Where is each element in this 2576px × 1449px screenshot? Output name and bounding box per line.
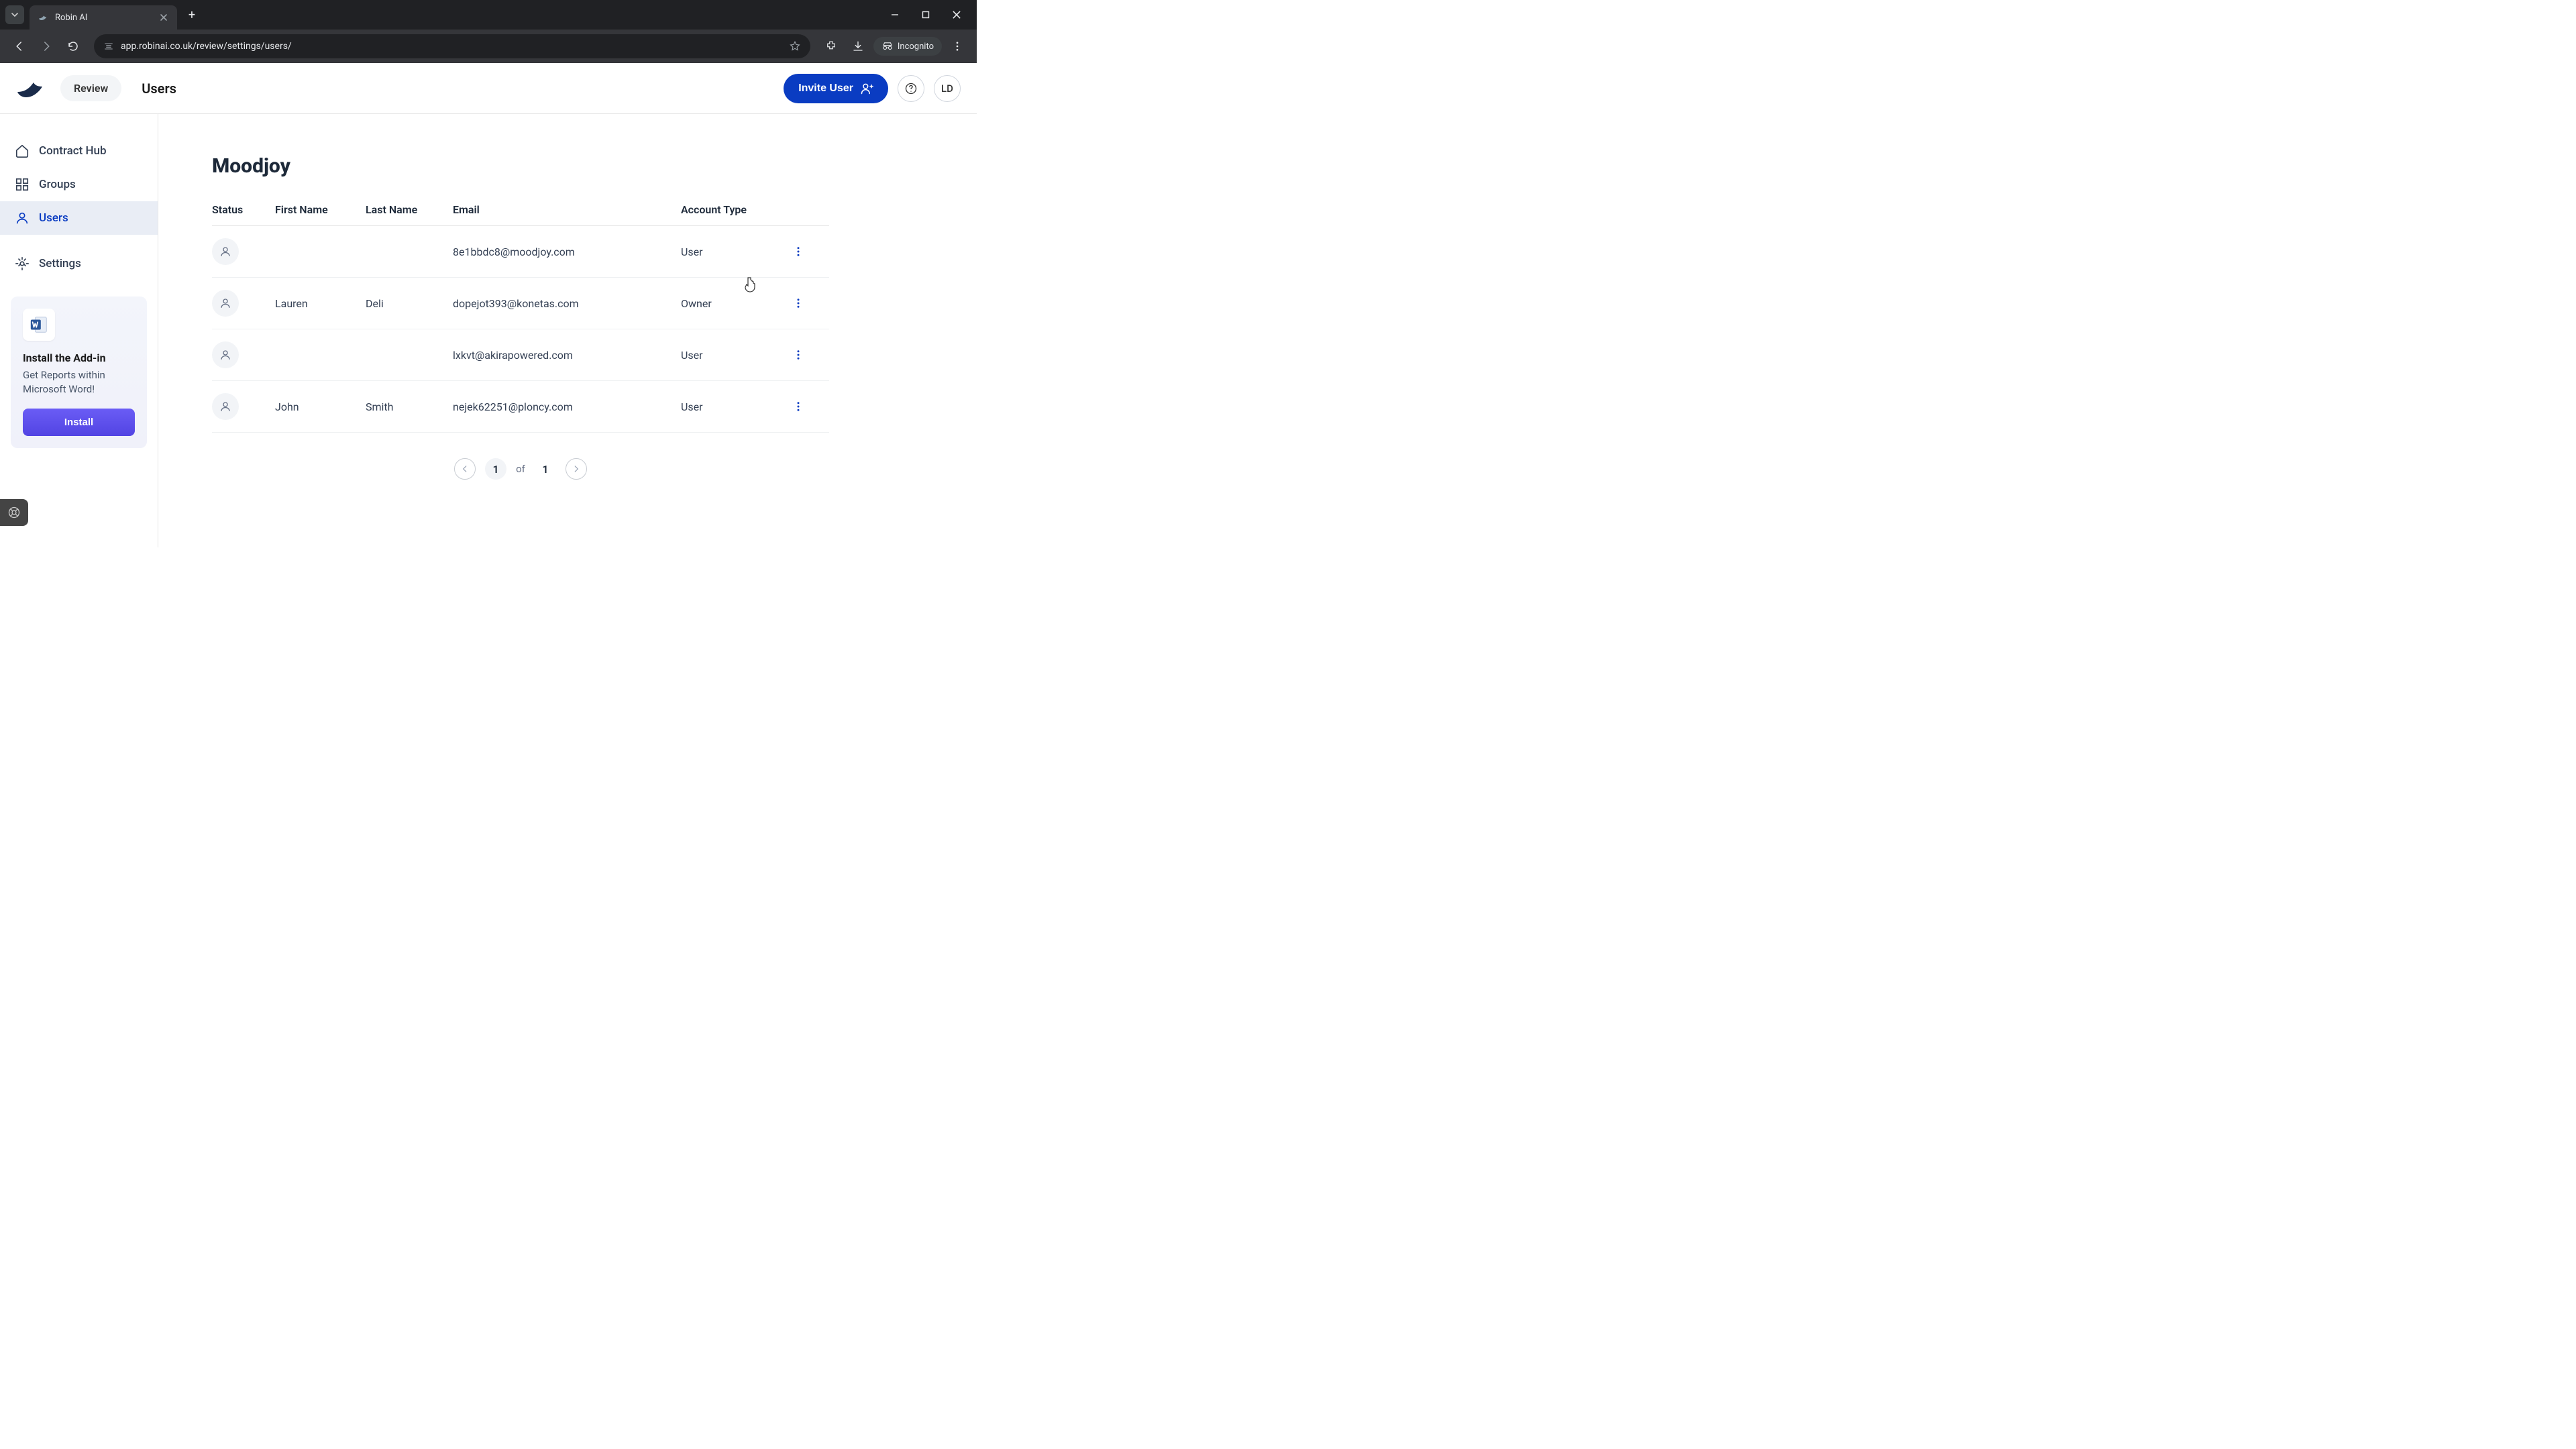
grid-icon [15, 177, 30, 192]
row-actions-button[interactable] [782, 400, 815, 413]
page-prev-button[interactable] [454, 458, 476, 480]
avatar-initials: LD [941, 83, 953, 95]
status-avatar-icon [212, 393, 239, 420]
extensions-icon[interactable] [820, 35, 843, 58]
browser-tab-strip: Robin AI + [0, 0, 977, 30]
window-minimize-icon[interactable] [885, 5, 904, 24]
browser-reload-button[interactable] [62, 35, 85, 58]
sidebar: Contract Hub Groups Users Settings [0, 114, 158, 547]
cell-account-type: Owner [681, 297, 782, 310]
cell-last-name: Smith [366, 400, 453, 413]
address-url: app.robinai.co.uk/review/settings/users/ [121, 41, 782, 52]
question-icon [904, 82, 918, 95]
cell-email: 8e1bbdc8@moodjoy.com [453, 246, 681, 258]
tab-title: Robin AI [55, 13, 152, 23]
page-title: Users [142, 80, 176, 97]
cell-account-type: User [681, 349, 782, 362]
cell-first-name: Lauren [275, 297, 366, 310]
invite-user-label: Invite User [798, 83, 853, 95]
browser-forward-button[interactable] [35, 35, 58, 58]
col-last-name: Last Name [366, 203, 453, 216]
more-vertical-icon [792, 349, 804, 361]
review-nav-button[interactable]: Review [60, 75, 121, 101]
sidebar-item-settings[interactable]: Settings [0, 247, 158, 280]
addin-promo-card: Install the Add-in Get Reports within Mi… [11, 297, 147, 448]
word-icon [23, 309, 55, 341]
row-actions-button[interactable] [782, 349, 815, 361]
col-email: Email [453, 203, 681, 216]
sidebar-item-users[interactable]: Users [0, 201, 158, 235]
org-title: Moodjoy [212, 154, 923, 178]
page-current: 1 [485, 458, 506, 480]
browser-back-button[interactable] [8, 35, 31, 58]
site-settings-icon[interactable] [103, 41, 114, 52]
page-of-label: of [516, 463, 525, 475]
sidebar-item-groups[interactable]: Groups [0, 168, 158, 201]
new-tab-button[interactable]: + [182, 5, 201, 24]
gear-icon [15, 256, 30, 271]
more-vertical-icon [792, 246, 804, 258]
cell-email: nejek62251@ploncy.com [453, 400, 681, 413]
cell-first-name: John [275, 400, 366, 413]
cell-email: dopejot393@konetas.com [453, 297, 681, 310]
status-avatar-icon [212, 341, 239, 368]
sidebar-item-label: Users [39, 211, 68, 225]
window-maximize-icon[interactable] [916, 5, 935, 24]
pagination: 1 of 1 [212, 458, 829, 480]
downloads-icon[interactable] [847, 35, 869, 58]
user-plus-icon [860, 82, 873, 95]
addin-title: Install the Add-in [23, 352, 135, 364]
user-icon [15, 211, 30, 225]
table-row: 8e1bbdc8@moodjoy.com User [212, 226, 829, 278]
more-vertical-icon [792, 297, 804, 309]
browser-menu-icon[interactable] [946, 35, 969, 58]
help-button[interactable] [898, 75, 924, 102]
robin-favicon-icon [38, 12, 48, 23]
row-actions-button[interactable] [782, 246, 815, 258]
status-avatar-icon [212, 238, 239, 265]
home-icon [15, 144, 30, 158]
invite-user-button[interactable]: Invite User [784, 74, 888, 103]
bookmark-star-icon[interactable] [789, 40, 801, 52]
sidebar-item-contract-hub[interactable]: Contract Hub [0, 134, 158, 168]
table-header: Status First Name Last Name Email Accoun… [212, 203, 829, 226]
user-avatar[interactable]: LD [934, 75, 961, 102]
main-content: Moodjoy Status First Name Last Name Emai… [158, 114, 977, 547]
incognito-label: Incognito [898, 42, 934, 52]
cell-last-name: Deli [366, 297, 453, 310]
table-row: lxkvt@akirapowered.com User [212, 329, 829, 381]
window-close-icon[interactable] [947, 5, 966, 24]
address-bar[interactable]: app.robinai.co.uk/review/settings/users/ [94, 34, 810, 58]
more-vertical-icon [792, 400, 804, 413]
tab-close-icon[interactable] [158, 12, 169, 23]
table-row: Lauren Deli dopejot393@konetas.com Owner [212, 278, 829, 329]
addin-install-button[interactable]: Install [23, 409, 135, 436]
tab-search-dropdown[interactable] [5, 5, 24, 24]
addin-subtitle: Get Reports within Microsoft Word! [23, 368, 135, 396]
col-account-type: Account Type [681, 203, 782, 216]
browser-toolbar: app.robinai.co.uk/review/settings/users/… [0, 30, 977, 63]
app-header: Review Users Invite User LD [0, 63, 977, 114]
users-table: Status First Name Last Name Email Accoun… [212, 203, 829, 433]
sidebar-item-label: Settings [39, 257, 81, 270]
status-avatar-icon [212, 290, 239, 317]
page-total: 1 [535, 458, 556, 480]
row-actions-button[interactable] [782, 297, 815, 309]
cell-account-type: User [681, 400, 782, 413]
support-widget-button[interactable] [0, 499, 28, 526]
col-status: Status [212, 203, 275, 216]
sidebar-item-label: Contract Hub [39, 144, 107, 158]
incognito-indicator[interactable]: Incognito [873, 37, 942, 56]
page-next-button[interactable] [566, 458, 587, 480]
sidebar-item-label: Groups [39, 178, 76, 191]
table-row: John Smith nejek62251@ploncy.com User [212, 381, 829, 433]
robin-logo-icon[interactable] [16, 75, 48, 102]
cell-email: lxkvt@akirapowered.com [453, 349, 681, 362]
col-first-name: First Name [275, 203, 366, 216]
cell-account-type: User [681, 246, 782, 258]
browser-tab[interactable]: Robin AI [30, 5, 177, 30]
